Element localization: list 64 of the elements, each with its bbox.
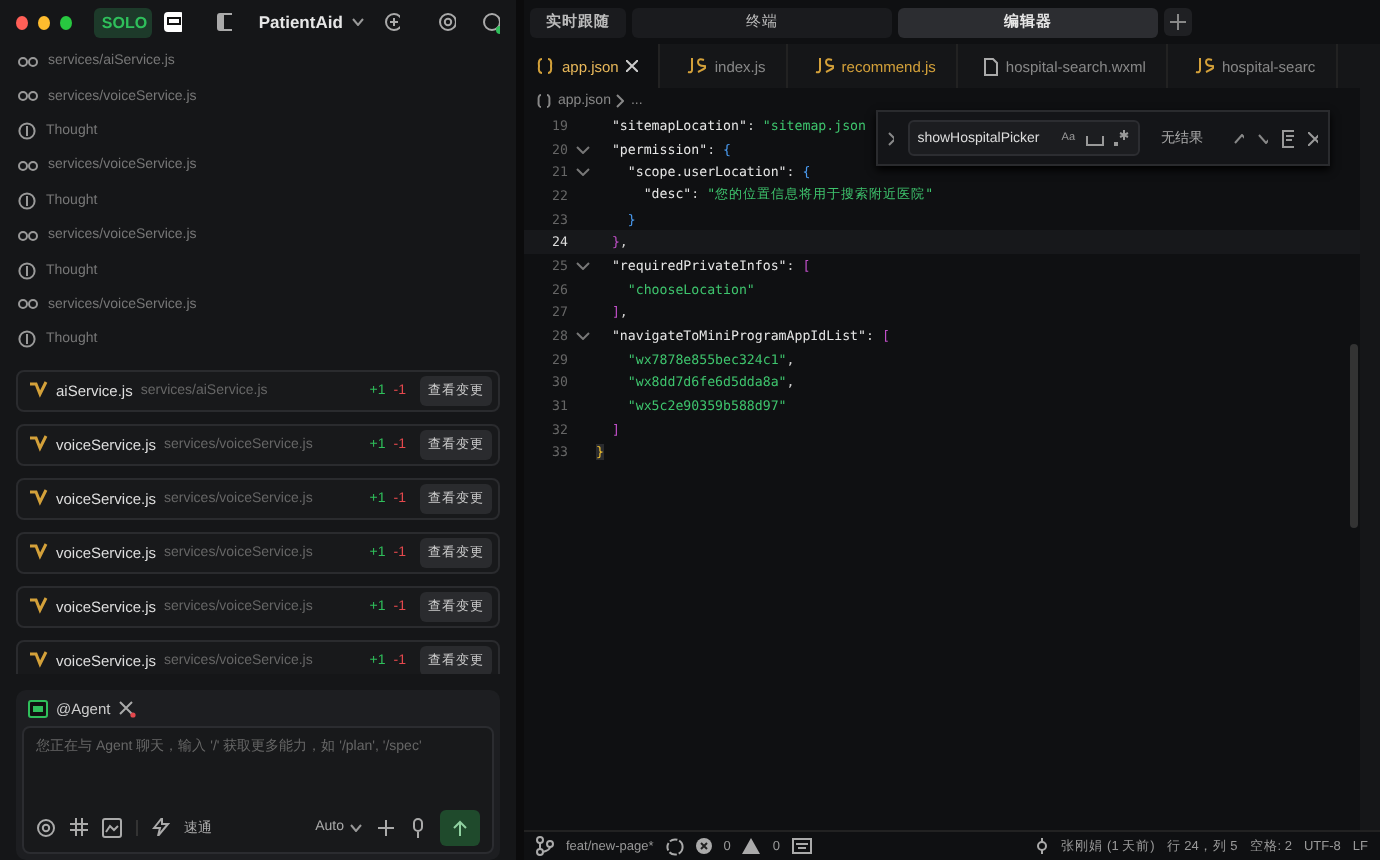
chevron-icon — [616, 94, 625, 108]
fold-icon[interactable] — [575, 145, 589, 154]
hash-icon[interactable] — [70, 818, 88, 837]
glasses-icon — [18, 159, 38, 172]
whole-word-icon[interactable] — [1085, 131, 1104, 145]
glasses-icon — [18, 55, 38, 68]
arrow-up-icon — [452, 819, 468, 836]
sparkle-icon[interactable] — [376, 817, 396, 838]
minimize-dot[interactable] — [37, 15, 50, 29]
monitor-icon[interactable] — [161, 10, 182, 34]
chevron-down-icon[interactable] — [350, 823, 362, 832]
keyboard-icon[interactable] — [791, 838, 812, 854]
lightbulb-icon — [18, 330, 36, 349]
settings-icon[interactable] — [438, 12, 456, 32]
zoom-dot[interactable] — [59, 15, 72, 29]
braces-icon — [536, 94, 552, 108]
send-button[interactable] — [440, 809, 480, 846]
fold-icon[interactable] — [575, 261, 589, 270]
glasses-icon — [18, 90, 38, 103]
edit-icon — [28, 542, 48, 563]
account-icon[interactable] — [481, 11, 500, 33]
close-icon[interactable] — [626, 60, 639, 72]
image-icon[interactable] — [102, 817, 122, 838]
agent-icon — [28, 699, 48, 718]
commit-icon — [1033, 838, 1050, 854]
lightbulb-icon — [18, 261, 36, 280]
tools-icon[interactable] — [118, 699, 137, 718]
plus-icon — [1170, 14, 1186, 30]
lightbulb-icon — [18, 121, 36, 140]
edit-icon — [28, 488, 48, 509]
expand-icon[interactable] — [888, 131, 894, 145]
warning-icon[interactable] — [742, 838, 761, 854]
js-file-icon — [686, 58, 707, 74]
add-tab-button[interactable] — [1164, 8, 1192, 36]
microphone-icon[interactable] — [410, 817, 426, 838]
lightning-icon[interactable] — [152, 818, 170, 837]
lightbulb-icon — [18, 191, 36, 210]
glasses-icon — [18, 298, 38, 311]
chevron-up-icon[interactable] — [1233, 133, 1244, 143]
glasses-icon — [18, 229, 38, 242]
project-selector[interactable]: PatientAid — [258, 12, 343, 32]
regex-icon[interactable] — [1113, 130, 1130, 146]
edit-icon — [28, 434, 48, 455]
fold-icon[interactable] — [575, 332, 589, 341]
edit-icon — [28, 650, 48, 671]
js-file-icon — [1193, 58, 1214, 74]
close-dot[interactable] — [16, 15, 28, 29]
edit-icon — [28, 596, 48, 617]
mention-icon[interactable] — [36, 817, 56, 838]
js-file-icon — [813, 58, 834, 74]
new-chat-icon[interactable] — [383, 12, 401, 32]
selection-icon[interactable] — [1282, 129, 1295, 147]
sync-icon[interactable] — [665, 837, 684, 855]
solo-badge[interactable]: SOLO — [93, 7, 152, 37]
chevron-down-icon[interactable] — [1257, 133, 1269, 143]
braces-icon — [536, 58, 554, 74]
edit-icon — [28, 380, 48, 401]
file-icon — [983, 57, 998, 75]
sidebar-icon[interactable] — [215, 12, 233, 32]
fold-icon[interactable] — [575, 168, 589, 177]
chevron-down-icon[interactable] — [352, 18, 364, 26]
error-icon[interactable] — [695, 838, 712, 854]
close-icon[interactable] — [1308, 131, 1319, 145]
branch-icon[interactable] — [536, 836, 554, 856]
